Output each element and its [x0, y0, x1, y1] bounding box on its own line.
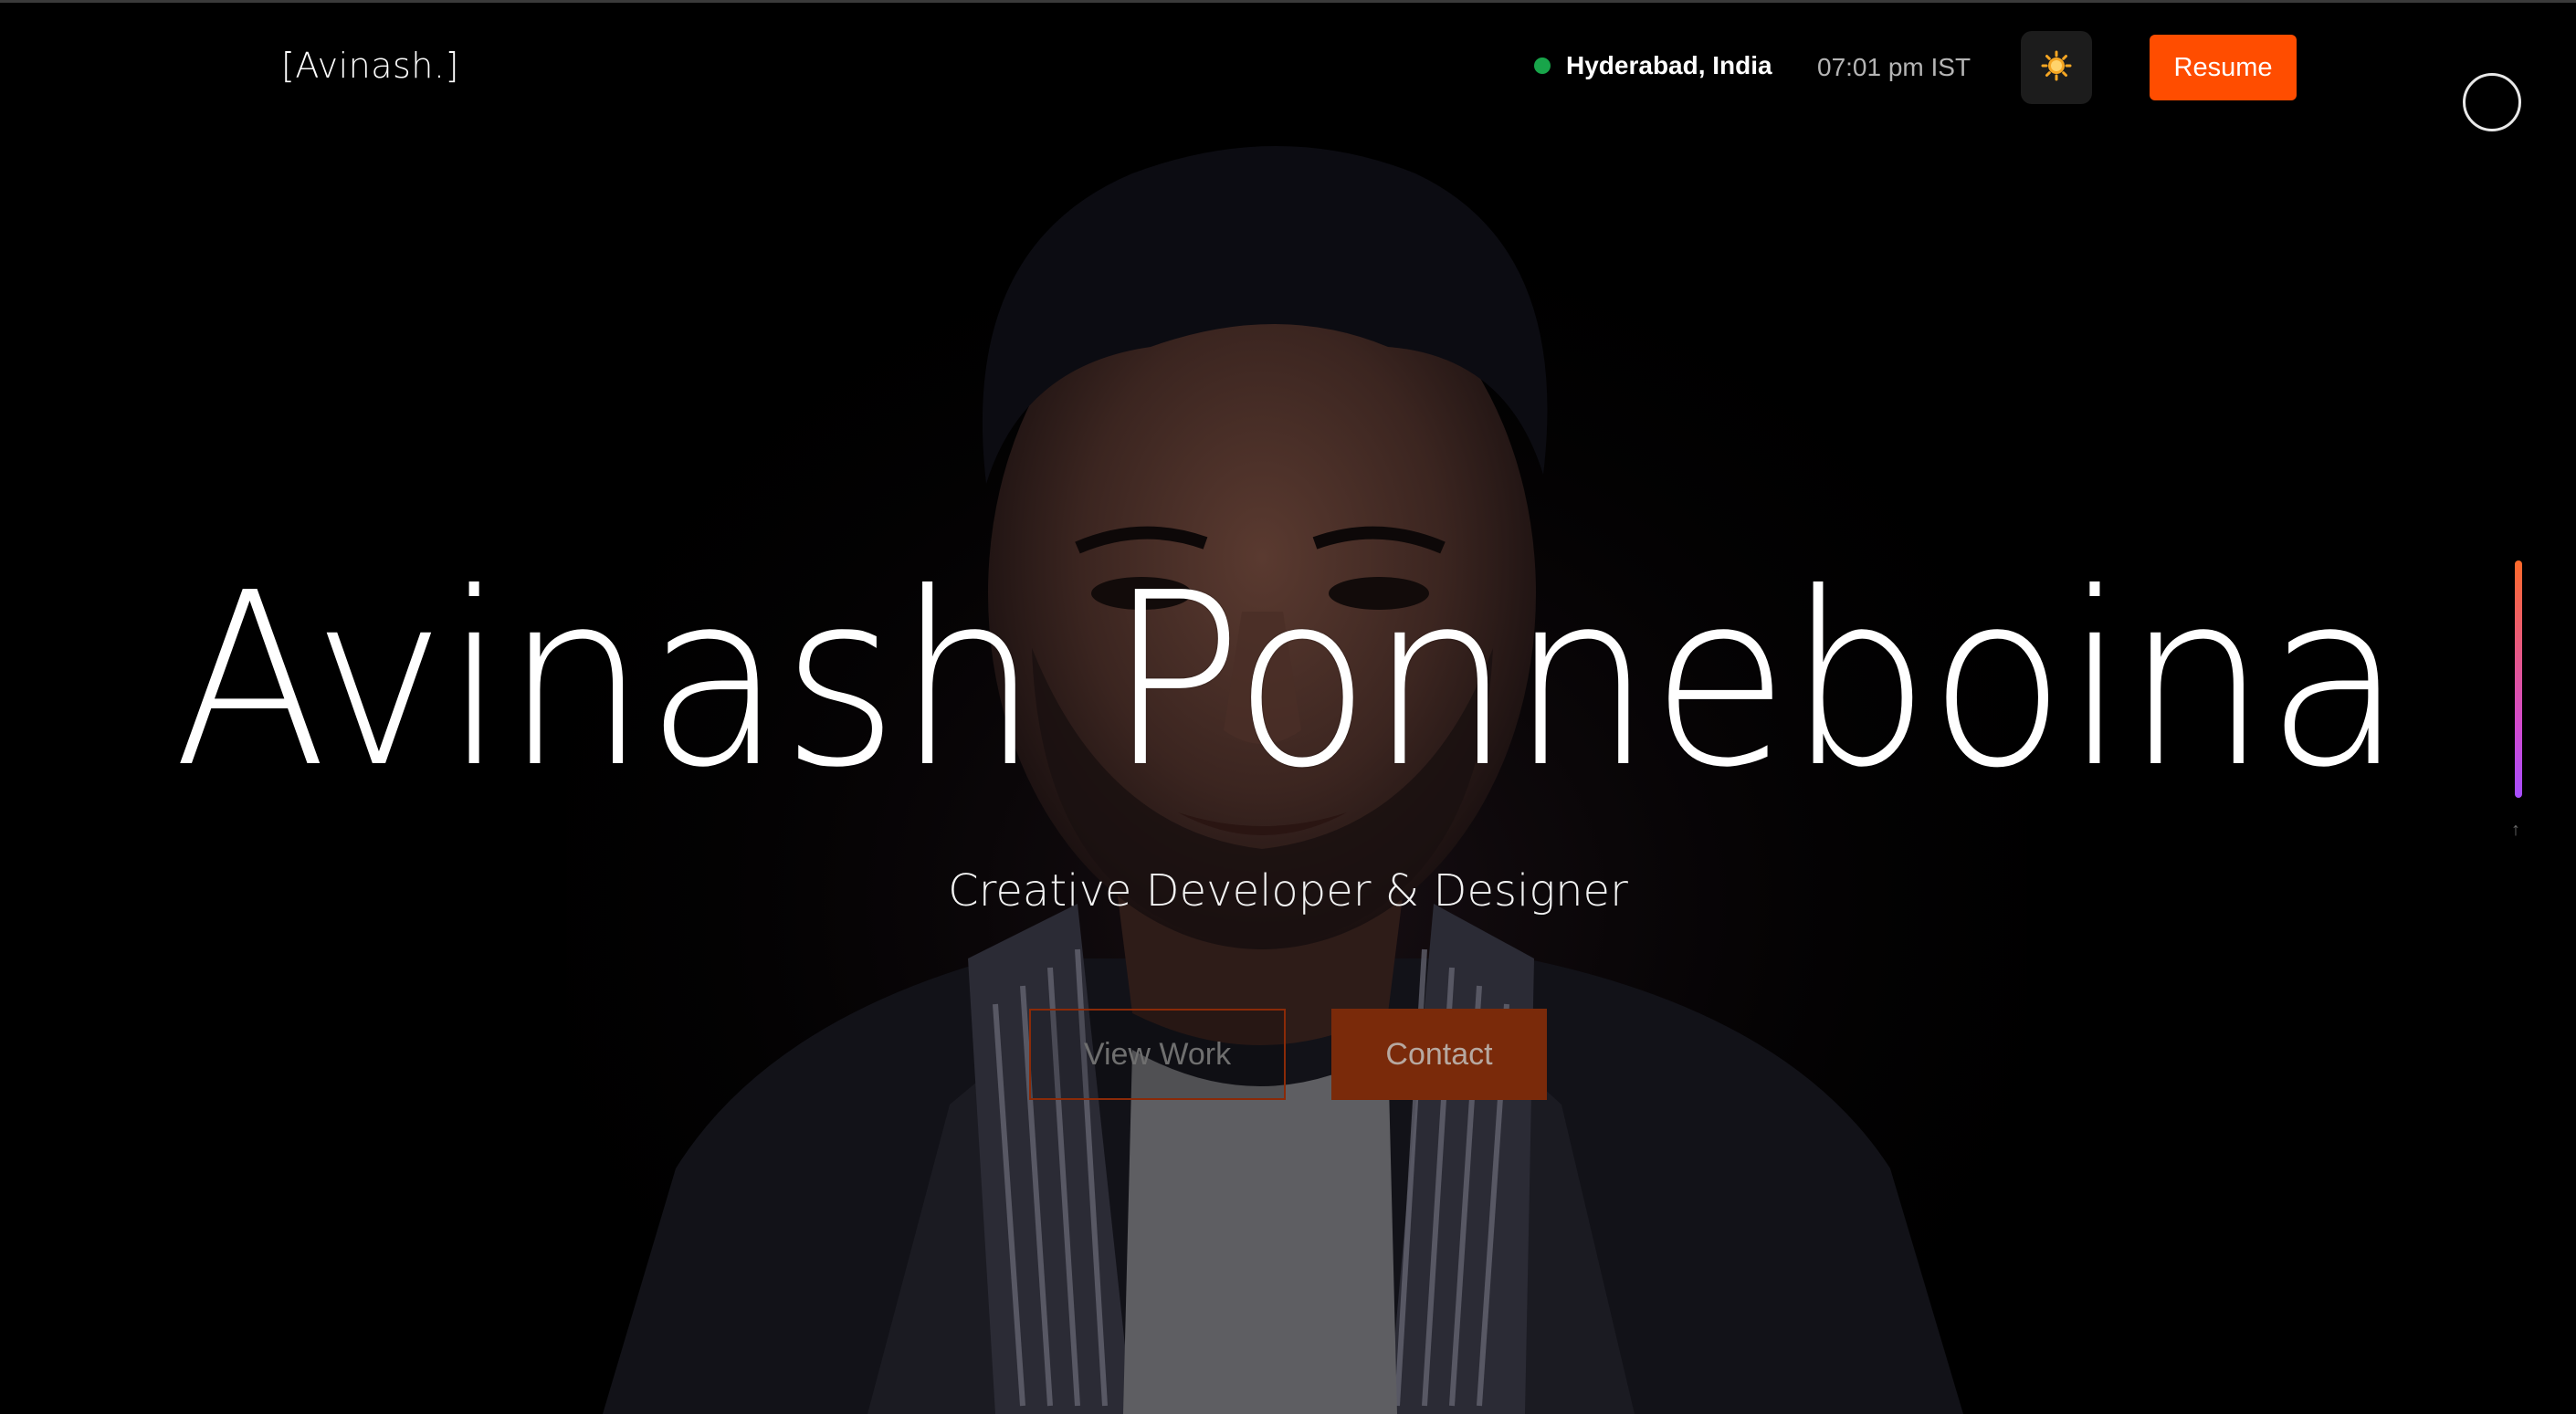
- portfolio-page: [Avinash.] Hyderabad, India 07:01 pm IST: [0, 0, 2576, 1414]
- local-time: 07:01 pm IST: [1817, 53, 1971, 81]
- view-work-button[interactable]: View Work: [1029, 1009, 1286, 1100]
- online-status-dot: [1534, 58, 1551, 74]
- sun-icon: [2041, 50, 2072, 86]
- custom-cursor-ring: [2463, 73, 2521, 131]
- location-text: Hyderabad, India: [1566, 51, 1772, 79]
- location-indicator: Hyderabad, India: [1534, 51, 1772, 80]
- resume-button[interactable]: Resume: [2150, 35, 2297, 100]
- site-logo[interactable]: [Avinash.]: [281, 46, 459, 86]
- contact-button[interactable]: Contact: [1331, 1009, 1547, 1100]
- hero-title: Avinash Ponneboina: [0, 561, 2576, 801]
- scroll-progress-bar[interactable]: [2515, 560, 2522, 798]
- hero-subtitle: Creative Developer & Designer: [948, 865, 1628, 916]
- theme-toggle-button[interactable]: [2021, 31, 2092, 104]
- scroll-up-arrow-icon[interactable]: ↑: [2511, 820, 2520, 841]
- hero-title-text: Avinash Ponneboina: [173, 541, 2404, 820]
- window-top-border: [0, 0, 2576, 3]
